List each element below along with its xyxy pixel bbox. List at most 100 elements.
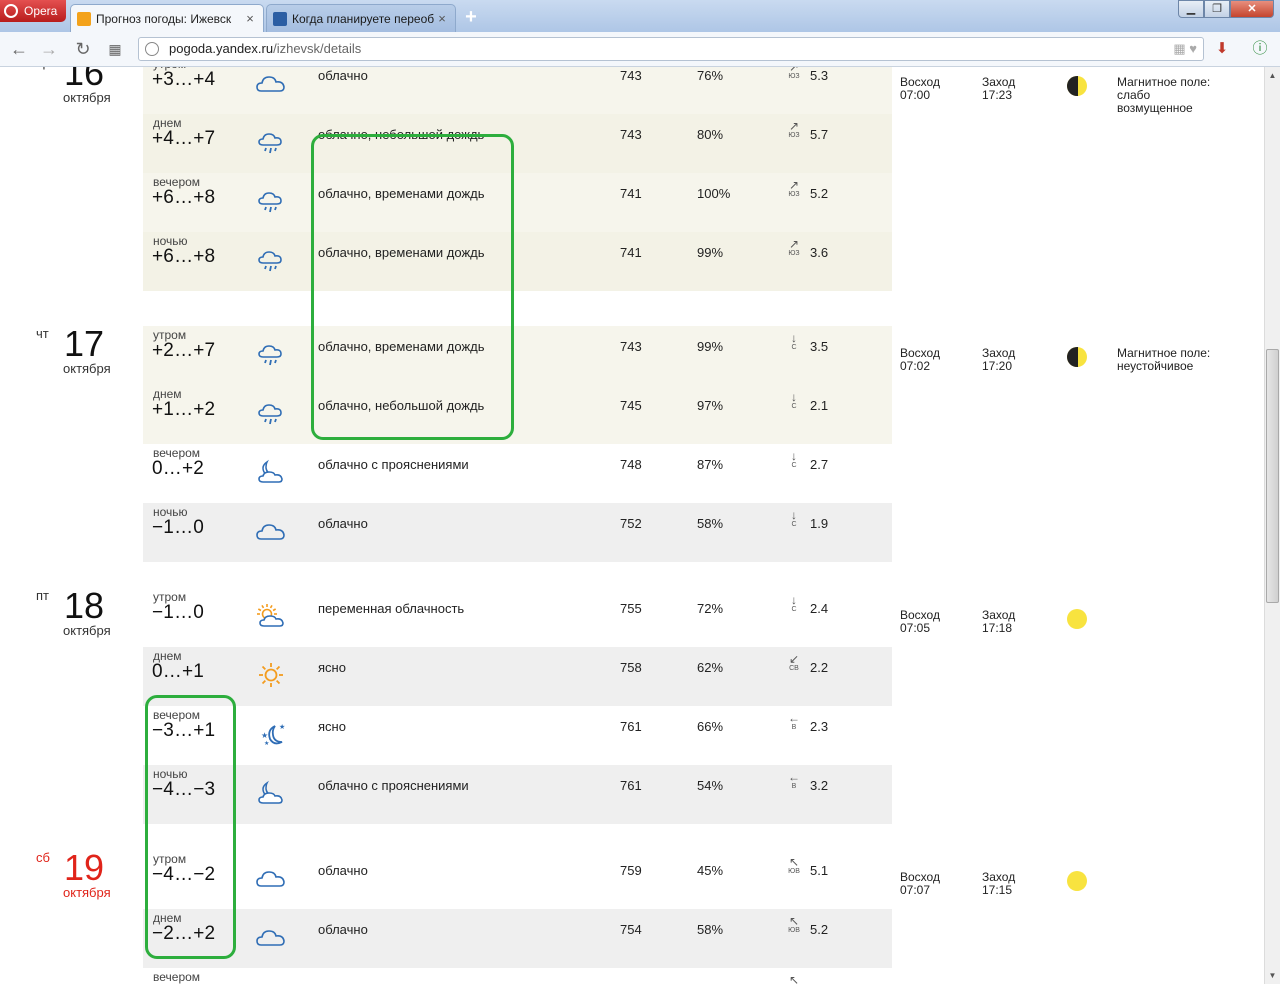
day-number: 16 xyxy=(64,67,105,93)
day-of-week: сб xyxy=(36,850,50,865)
forecast-row: днем +1…+2 облачно, небольшой дождь 745 97% ↓… xyxy=(143,385,892,444)
forecast-rows: утром −1…0 переменная облачность 755 72% ↓ С 2.… xyxy=(143,588,892,824)
humidity-value: 58% xyxy=(697,516,724,531)
wind-direction: ↖ ЮВ xyxy=(787,915,801,935)
wind-speed: 2.4 xyxy=(810,601,829,616)
pressure-value: 754 xyxy=(620,922,642,937)
highlight-rain-descriptions xyxy=(311,134,514,440)
svg-text:★: ★ xyxy=(261,731,268,740)
forecast-row: ночью −1…0 облачно 752 58% ↓ С 1.9 xyxy=(143,503,892,562)
wind-direction: ↓ С xyxy=(787,509,801,529)
wind-speed: 1.9 xyxy=(810,516,829,531)
magnetic-field-info: Магнитное поле: слабо возмущенное xyxy=(1117,76,1237,115)
magnetic-field-line: неустойчивое xyxy=(1117,359,1194,373)
wind-direction-label: С xyxy=(791,521,797,528)
humidity-value: 66% xyxy=(697,719,724,734)
wind-arrow-icon: ↓ xyxy=(791,449,797,463)
temperature: 0…+1 xyxy=(152,661,205,682)
site-info-globe-icon[interactable] xyxy=(145,42,159,56)
pressure-value: 761 xyxy=(620,719,642,734)
condition-text: облачно xyxy=(318,516,368,531)
pressure-value: 748 xyxy=(620,457,642,472)
pressure-value: 741 xyxy=(620,245,642,260)
forecast-row: ночью −4…−3 облачно с прояснениями 761 54% ← В… xyxy=(143,765,892,824)
vertical-scrollbar[interactable]: ▲ ▼ xyxy=(1264,67,1280,984)
wind-speed: 5.7 xyxy=(810,127,829,142)
wind-arrow-icon: ← xyxy=(788,711,800,725)
magnetic-field-info: Магнитное поле: неустойчивое xyxy=(1117,347,1237,373)
wind-direction-label: ЮЗ xyxy=(788,191,800,198)
wind-arrow-icon: ← xyxy=(788,770,800,784)
address-bar[interactable]: pogoda.yandex.ru/izhevsk/details ▦ ♥ xyxy=(138,37,1204,61)
forward-arrow-icon[interactable]: → xyxy=(38,38,60,60)
download-icon[interactable]: ⬇ xyxy=(1211,38,1233,60)
forecast-row: днем −2…+2 облачно 754 58% ↖ ЮВ 5.2 xyxy=(143,909,892,968)
forecast-row: утром +2…+7 облачно, временами дождь 743 99%… xyxy=(143,326,892,385)
wind-direction: ↖ ЮВ xyxy=(787,856,801,876)
forecast-row: утром+3…+4облачно74376%↗ЮЗ5.3 xyxy=(143,67,892,114)
wind-speed: 2.3 xyxy=(810,719,829,734)
wind-arrow-icon: ↗ xyxy=(788,237,800,251)
cloud-icon xyxy=(255,923,287,951)
day-number: 19 xyxy=(64,847,105,888)
wind-speed: 2.2 xyxy=(810,660,829,675)
close-tab-icon[interactable]: × xyxy=(435,11,449,26)
update-info-icon[interactable]: ⓘ xyxy=(1249,38,1271,60)
sunset-time: 17:15 xyxy=(982,883,1013,897)
temperature: −1…0 xyxy=(152,602,205,623)
forecast-rows: утром +2…+7 облачно, временами дождь 743 99%… xyxy=(143,326,892,562)
cloud-icon xyxy=(255,517,287,545)
minimize-icon[interactable]: ▁ xyxy=(1178,0,1204,18)
pressure-value: 752 xyxy=(620,516,642,531)
speed-dial-grid-icon[interactable]: ▦ xyxy=(104,38,126,60)
back-arrow-icon[interactable]: ← xyxy=(8,38,30,60)
close-window-icon[interactable]: ✕ xyxy=(1230,0,1274,18)
tab-forum[interactable]: Когда планируете переоб × xyxy=(266,4,456,32)
opera-menu-label: Opera xyxy=(24,4,58,18)
condition-text: облачно с прояснениями xyxy=(318,457,469,472)
forecast-row: вечером +6…+8 облачно, временами дождь 741 1… xyxy=(143,173,892,232)
day-number: 17 xyxy=(64,323,105,364)
tab-weather[interactable]: Прогноз погоды: Ижевск × xyxy=(70,4,264,32)
sunset-time: 17:23 xyxy=(982,88,1013,102)
humidity-value: 99% xyxy=(697,339,724,354)
forum-favicon-icon xyxy=(273,11,287,26)
reload-icon[interactable]: ↻ xyxy=(72,38,94,60)
day-month: октября xyxy=(63,361,111,376)
temperature: +4…+7 xyxy=(152,128,216,149)
humidity-value: 99% xyxy=(697,245,724,260)
condition-text: облачно xyxy=(318,922,368,937)
temperature: +2…+7 xyxy=(152,340,216,361)
stash-grid-icon[interactable]: ▦ xyxy=(1173,41,1185,56)
close-tab-icon[interactable]: × xyxy=(243,11,257,26)
new-tab-plus-icon[interactable]: + xyxy=(462,7,480,27)
day-block: чт 17 октября утром +2…+7 облачно, временами … xyxy=(0,326,1264,562)
condition-text: ясно xyxy=(318,660,346,675)
temperature: −1…0 xyxy=(152,517,205,538)
wind-arrow-icon: ↓ xyxy=(791,331,797,345)
page-content: ср16октябряутром+3…+4облачно74376%↗ЮЗ5.3… xyxy=(0,67,1264,984)
maximize-icon[interactable]: ❐ xyxy=(1204,0,1230,18)
yandex-weather-favicon-icon xyxy=(77,11,91,26)
wind-speed: 5.2 xyxy=(810,186,829,201)
wind-direction-label: В xyxy=(791,724,797,731)
forecast-row: вечером ↖ xyxy=(143,968,892,984)
humidity-value: 72% xyxy=(697,601,724,616)
opera-menu-button[interactable]: Opera xyxy=(0,0,66,22)
wind-speed: 2.1 xyxy=(810,398,829,413)
cloud-icon xyxy=(255,69,287,97)
window-controls: ▁ ❐ ✕ xyxy=(1178,0,1274,18)
day-number: 18 xyxy=(64,585,105,626)
wind-speed: 3.2 xyxy=(810,778,829,793)
pressure-value: 745 xyxy=(620,398,642,413)
scroll-down-icon[interactable]: ▼ xyxy=(1267,971,1278,980)
bookmark-heart-icon[interactable]: ♥ xyxy=(1189,41,1197,56)
period-label: вечером xyxy=(153,970,201,984)
humidity-value: 45% xyxy=(697,863,724,878)
sunset-time: 17:18 xyxy=(982,621,1013,635)
temperature: +6…+8 xyxy=(152,246,216,267)
wind-speed: 3.5 xyxy=(810,339,829,354)
wind-direction: ↗ ЮЗ xyxy=(787,238,801,258)
scrollbar-thumb[interactable] xyxy=(1266,349,1279,603)
scroll-up-icon[interactable]: ▲ xyxy=(1267,71,1278,80)
